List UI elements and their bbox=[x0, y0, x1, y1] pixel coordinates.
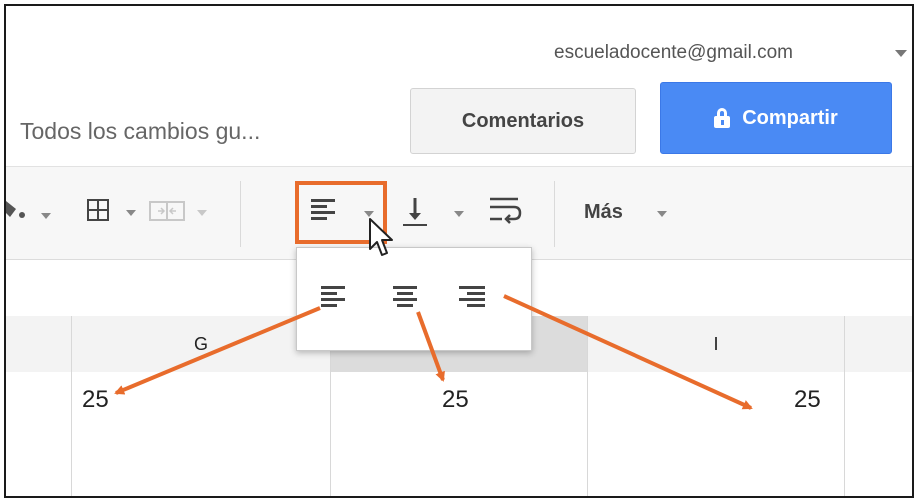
vertical-align-caret-icon[interactable] bbox=[454, 211, 464, 217]
table-row bbox=[6, 478, 912, 496]
column-header-g[interactable]: G bbox=[72, 316, 330, 372]
merge-caret-icon bbox=[197, 210, 207, 216]
mouse-cursor-icon bbox=[369, 218, 393, 256]
fill-color-caret-icon[interactable] bbox=[41, 213, 51, 219]
account-email[interactable]: escueladocente@gmail.com bbox=[554, 42, 793, 64]
merge-cells-icon bbox=[149, 201, 185, 221]
more-button[interactable]: Más bbox=[584, 201, 623, 224]
align-right-option-icon[interactable] bbox=[459, 286, 485, 308]
align-left-option-icon[interactable] bbox=[321, 286, 345, 308]
fill-color-icon[interactable] bbox=[6, 195, 36, 225]
screenshot-frame: escueladocente@gmail.com Todos los cambi… bbox=[4, 4, 914, 498]
table-row: 25 25 25 bbox=[6, 372, 912, 431]
share-button-label: Compartir bbox=[742, 106, 838, 129]
text-wrap-icon[interactable] bbox=[488, 195, 522, 227]
share-button[interactable]: Compartir bbox=[660, 82, 892, 154]
grid-line bbox=[71, 316, 72, 496]
borders-caret-icon[interactable] bbox=[126, 210, 136, 216]
save-status: Todos los cambios gu... bbox=[20, 118, 261, 144]
toolbar: Más bbox=[6, 166, 912, 260]
borders-icon[interactable] bbox=[87, 199, 109, 221]
column-header-i[interactable]: I bbox=[588, 316, 844, 372]
cell-h-center-aligned[interactable]: 25 bbox=[442, 386, 469, 414]
alignment-dropdown bbox=[296, 247, 532, 351]
comments-button[interactable]: Comentarios bbox=[410, 88, 636, 154]
grid-line bbox=[587, 316, 588, 496]
lock-icon bbox=[714, 108, 731, 128]
cell-i-right-aligned[interactable]: 25 bbox=[794, 386, 821, 414]
cell-g-left-aligned[interactable]: 25 bbox=[82, 386, 109, 414]
account-caret-icon[interactable] bbox=[895, 50, 907, 57]
app-header: escueladocente@gmail.com Todos los cambi… bbox=[6, 6, 912, 166]
comments-button-label: Comentarios bbox=[461, 109, 585, 132]
toolbar-separator bbox=[240, 181, 241, 247]
align-center-option-icon[interactable] bbox=[393, 286, 417, 308]
toolbar-separator bbox=[554, 181, 555, 247]
table-row bbox=[6, 430, 912, 479]
vertical-align-bottom-icon[interactable] bbox=[401, 194, 429, 230]
more-caret-icon[interactable] bbox=[657, 211, 667, 217]
grid-line bbox=[844, 316, 845, 496]
